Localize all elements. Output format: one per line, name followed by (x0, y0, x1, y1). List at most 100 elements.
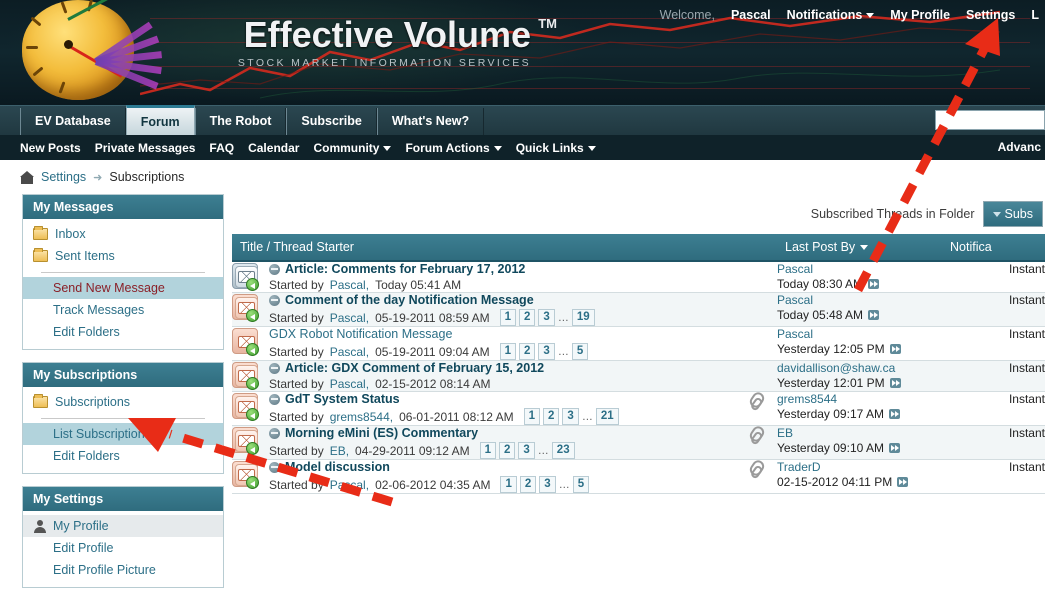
table-row[interactable]: Morning eMini (ES) Commentary Started by E… (232, 424, 1045, 460)
thread-title-link[interactable]: GdT System Status (285, 392, 400, 406)
table-row[interactable]: GDX Robot Notification Message Started by… (232, 326, 1045, 361)
thread-starter-link[interactable]: EB, (330, 444, 349, 458)
username-link[interactable]: Pascal (731, 8, 771, 22)
tab-forum[interactable]: Forum (125, 105, 195, 135)
nav-new-posts[interactable]: New Posts (20, 141, 81, 155)
thread-title-link[interactable]: Article: Comments for February 17, 2012 (285, 262, 525, 276)
nav-quick-links[interactable]: Quick Links (516, 141, 596, 155)
sidebar-item-my-profile[interactable]: My Profile (23, 515, 223, 537)
page-link[interactable]: 1 (499, 343, 516, 360)
thread-title-link[interactable]: Morning eMini (ES) Commentary (285, 426, 478, 440)
page-link[interactable]: 2 (519, 309, 536, 326)
go-to-last-post-icon[interactable] (889, 378, 901, 388)
sidebar-item-send-new-message[interactable]: Send New Message (23, 277, 223, 299)
page-link[interactable]: 2 (519, 343, 536, 360)
go-to-last-post-icon[interactable] (889, 344, 901, 354)
page-link[interactable]: 1 (499, 309, 516, 326)
page-link[interactable]: 3 (562, 408, 579, 425)
page-link[interactable]: 2 (519, 476, 537, 493)
thread-starter-link[interactable]: Pascal, (330, 311, 369, 325)
sidebar-item-subscriptions[interactable]: Subscriptions (23, 391, 223, 413)
last-post-user-link[interactable]: Pascal (777, 262, 942, 276)
table-row[interactable]: Article: GDX Comment of February 15, 201… (232, 360, 1045, 392)
tab-subscribe[interactable]: Subscribe (286, 108, 377, 135)
last-post-time: Today 05:48 AM (777, 308, 942, 322)
page-link[interactable]: 21 (595, 408, 619, 425)
column-notification[interactable]: Notifica (942, 234, 1045, 262)
go-to-last-post-icon[interactable] (868, 310, 880, 320)
settings-sidebar: My Messages Inbox Sent Items Send New Me… (22, 194, 224, 600)
last-post-time: 02-15-2012 04:11 PM (777, 475, 942, 489)
notifications-menu[interactable]: Notifications (787, 8, 875, 22)
table-row[interactable]: Comment of the day Notification Message S… (232, 292, 1045, 327)
sidebar-item-track-messages[interactable]: Track Messages (23, 299, 223, 321)
advanced-search-link[interactable]: Advanc (998, 140, 1041, 154)
last-post-user-link[interactable]: EB (777, 426, 942, 440)
nav-faq[interactable]: FAQ (209, 141, 234, 155)
sidebar-item-inbox[interactable]: Inbox (23, 223, 223, 245)
tab-ev-database[interactable]: EV Database (20, 108, 126, 135)
go-to-last-post-icon[interactable] (888, 443, 900, 453)
column-title[interactable]: Title / Thread Starter (232, 234, 737, 262)
page-link[interactable]: 1 (523, 408, 541, 425)
thread-title-link[interactable]: Article: GDX Comment of February 15, 201… (285, 361, 544, 375)
page-link[interactable]: 19 (571, 309, 595, 326)
nav-forum-actions-label: Forum Actions (405, 140, 490, 155)
cell-notification: Instant (942, 459, 1045, 494)
thread-starter-link[interactable]: Pascal, (330, 278, 369, 292)
go-to-last-post-icon[interactable] (897, 477, 909, 487)
sidebar-item-edit-profile[interactable]: Edit Profile (23, 537, 223, 559)
last-post-user-link[interactable]: davidallison@shaw.ca (777, 361, 942, 375)
tab-whats-new[interactable]: What's New? (376, 108, 485, 135)
column-last-post-by[interactable]: Last Post By (777, 234, 942, 262)
nav-community[interactable]: Community (313, 141, 392, 155)
page-link[interactable]: 3 (538, 309, 555, 326)
page-link[interactable]: 5 (571, 343, 589, 360)
last-post-user-link[interactable]: grems8544 (777, 392, 942, 406)
sidebar-item-sent-items[interactable]: Sent Items (23, 245, 223, 267)
started-by-prefix: Started by (269, 443, 324, 458)
cell-notification: Instant (942, 391, 1045, 426)
thread-starter-link[interactable]: Pascal, (330, 478, 369, 492)
thread-starter-link[interactable]: Pascal, (330, 345, 369, 359)
home-icon[interactable] (20, 170, 34, 184)
my-profile-link[interactable]: My Profile (890, 8, 950, 22)
go-to-last-post-icon[interactable] (888, 409, 900, 419)
sidebar-item-list-subscriptions[interactable]: List Subscriptions (23, 423, 223, 445)
nav-private-messages[interactable]: Private Messages (95, 141, 196, 155)
thread-title-link[interactable]: Comment of the day Notification Message (285, 293, 534, 307)
page-link[interactable]: 3 (518, 442, 535, 459)
sidebar-item-edit-folders-messages[interactable]: Edit Folders (23, 321, 223, 343)
go-to-last-post-icon[interactable] (868, 279, 880, 289)
nav-calendar[interactable]: Calendar (248, 141, 299, 155)
settings-link[interactable]: Settings (966, 8, 1015, 22)
last-post-user-link[interactable]: Pascal (777, 327, 942, 341)
last-post-user-link[interactable]: Pascal (777, 293, 942, 307)
page-link[interactable]: 5 (572, 476, 590, 493)
thread-starter-link[interactable]: Pascal, (330, 377, 369, 391)
page-link[interactable]: 1 (500, 476, 517, 493)
folder-select-button[interactable]: Subs (982, 201, 1043, 227)
cell-notification: Instant (942, 425, 1045, 460)
new-posts-icon (269, 461, 280, 473)
search-input[interactable] (935, 110, 1045, 130)
page-link[interactable]: 1 (479, 442, 496, 459)
thread-starter-link[interactable]: grems8544, (330, 410, 393, 424)
tab-the-robot[interactable]: The Robot (194, 108, 287, 135)
table-row[interactable]: GdT System Status Started by grems8544, 06-… (232, 390, 1045, 426)
thread-title-link[interactable]: GDX Robot Notification Message (269, 327, 452, 341)
logout-link[interactable]: L (1031, 8, 1039, 22)
page-link[interactable]: 3 (539, 476, 556, 493)
last-post-user-link[interactable]: TraderD (777, 460, 942, 474)
table-row[interactable]: Article: Comments for February 17, 2012 S… (232, 261, 1045, 293)
page-link[interactable]: 23 (551, 442, 575, 459)
thread-title-link[interactable]: Model discussion (285, 460, 390, 474)
nav-forum-actions[interactable]: Forum Actions (405, 140, 502, 155)
breadcrumb-settings[interactable]: Settings (41, 170, 86, 184)
page-link[interactable]: 2 (498, 442, 516, 459)
page-link[interactable]: 2 (543, 408, 560, 425)
sidebar-item-edit-folders-subscriptions[interactable]: Edit Folders (23, 445, 223, 467)
page-link[interactable]: 3 (538, 343, 555, 360)
table-row[interactable]: Model discussion Started by Pascal, 02-06-2… (232, 458, 1045, 494)
sidebar-item-edit-profile-picture[interactable]: Edit Profile Picture (23, 559, 223, 581)
